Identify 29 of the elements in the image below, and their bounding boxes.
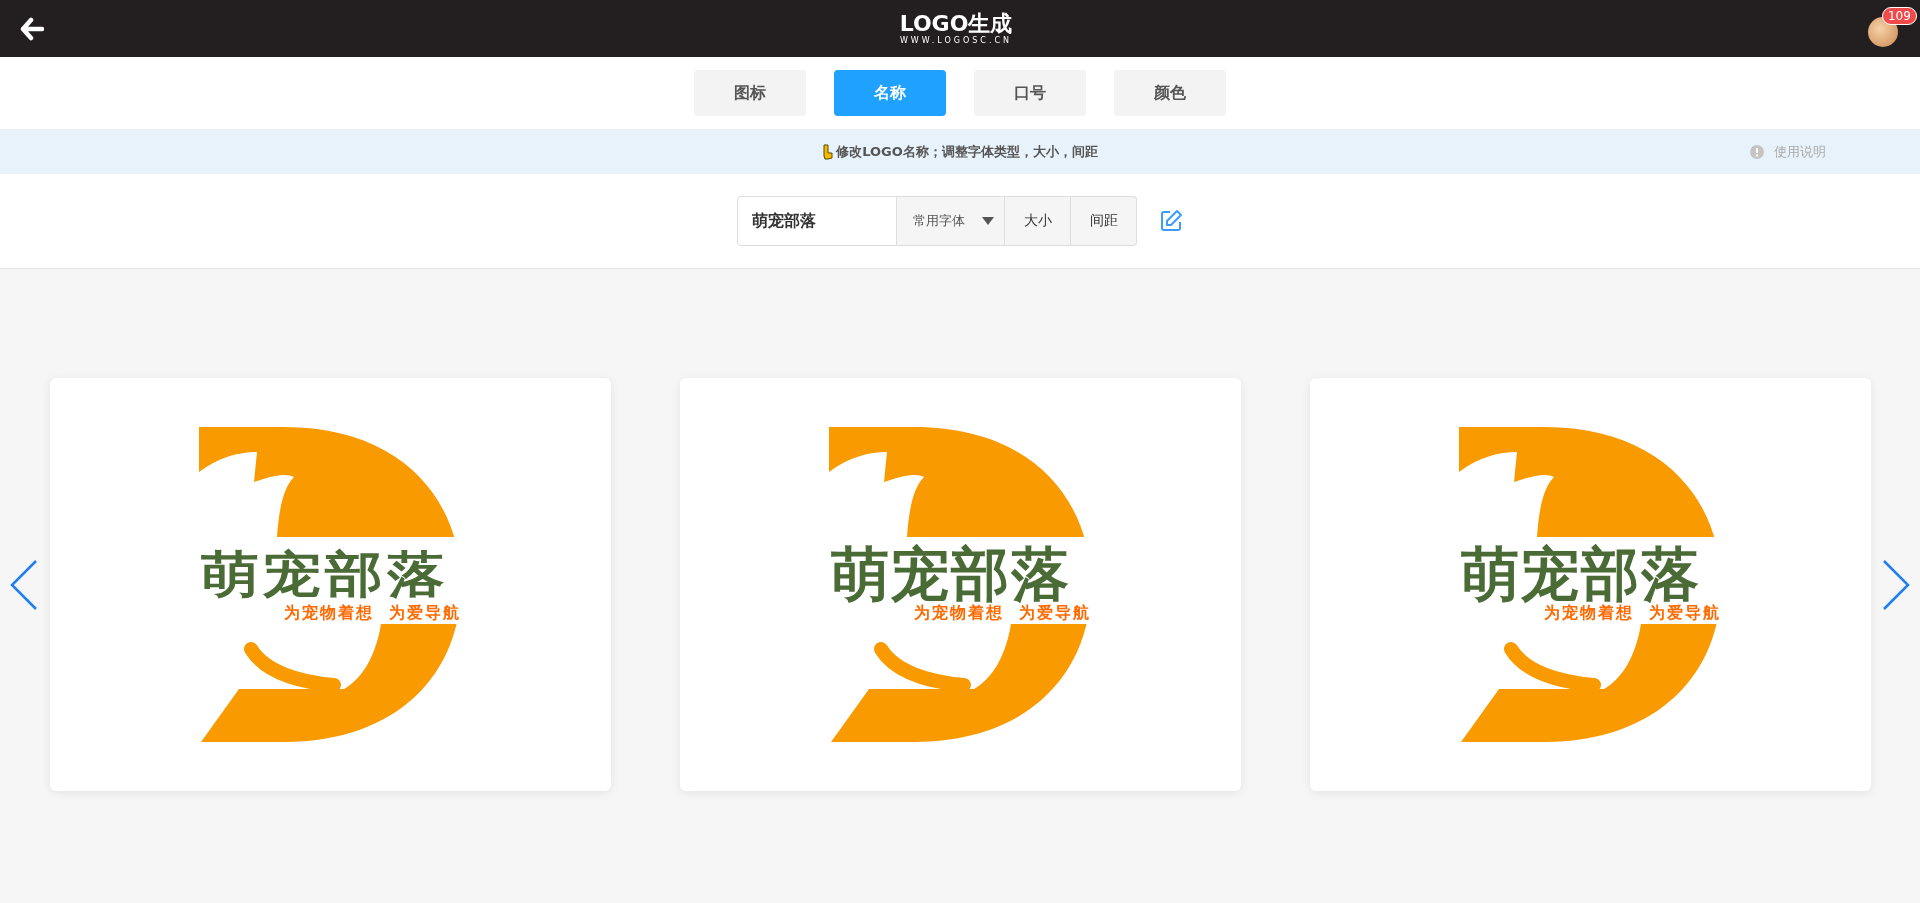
tip-text: 修改LOGO名称；调整字体类型，大小，间距: [836, 142, 1098, 161]
logo-name: 萌宠部落: [201, 547, 449, 601]
toolbar-button[interactable]: 大小: [1005, 196, 1071, 246]
logo-name: 萌宠部落: [1461, 543, 1701, 605]
caret-icon: [982, 217, 994, 225]
toolbar-button[interactable]: 间距: [1071, 196, 1137, 246]
previous-arrow[interactable]: [10, 559, 38, 610]
logo-slogan: 为宠物着想 为爱导航: [283, 603, 461, 623]
chevron-left-icon: [10, 559, 38, 610]
tab[interactable]: 图标: [694, 70, 806, 116]
brand-logo-text: LOGO生成: [899, 11, 1013, 36]
back-button[interactable]: [20, 16, 44, 41]
font-select[interactable]: 常用字体: [897, 196, 1005, 246]
logo-card[interactable]: 萌宠部落 为宠物着想 为爱导航: [1309, 378, 1871, 791]
logo-card[interactable]: 萌宠部落 为宠物着想 为爱导航: [49, 378, 611, 791]
logo-card[interactable]: 萌宠部落 为宠物着想 为爱导航: [679, 378, 1241, 791]
edit-icon[interactable]: [1159, 209, 1183, 233]
logo-name: 萌宠部落: [831, 543, 1071, 605]
info-icon: [1750, 145, 1764, 159]
chevron-right-icon: [1882, 559, 1910, 610]
logo-slogan: 为宠物着想 为爱导航: [1543, 603, 1721, 623]
back-arrow-icon: [20, 16, 44, 41]
next-arrow[interactable]: [1882, 559, 1910, 610]
tab[interactable]: 口号: [974, 70, 1086, 116]
brand-url: WWW.LOGOSC.CN: [899, 35, 1013, 46]
logo-slogan: 为宠物着想 为爱导航: [913, 603, 1091, 623]
name-input-field[interactable]: 萌宠部落: [737, 196, 897, 246]
notification-count: 109: [1882, 6, 1917, 25]
tab[interactable]: 颜色: [1114, 70, 1226, 116]
